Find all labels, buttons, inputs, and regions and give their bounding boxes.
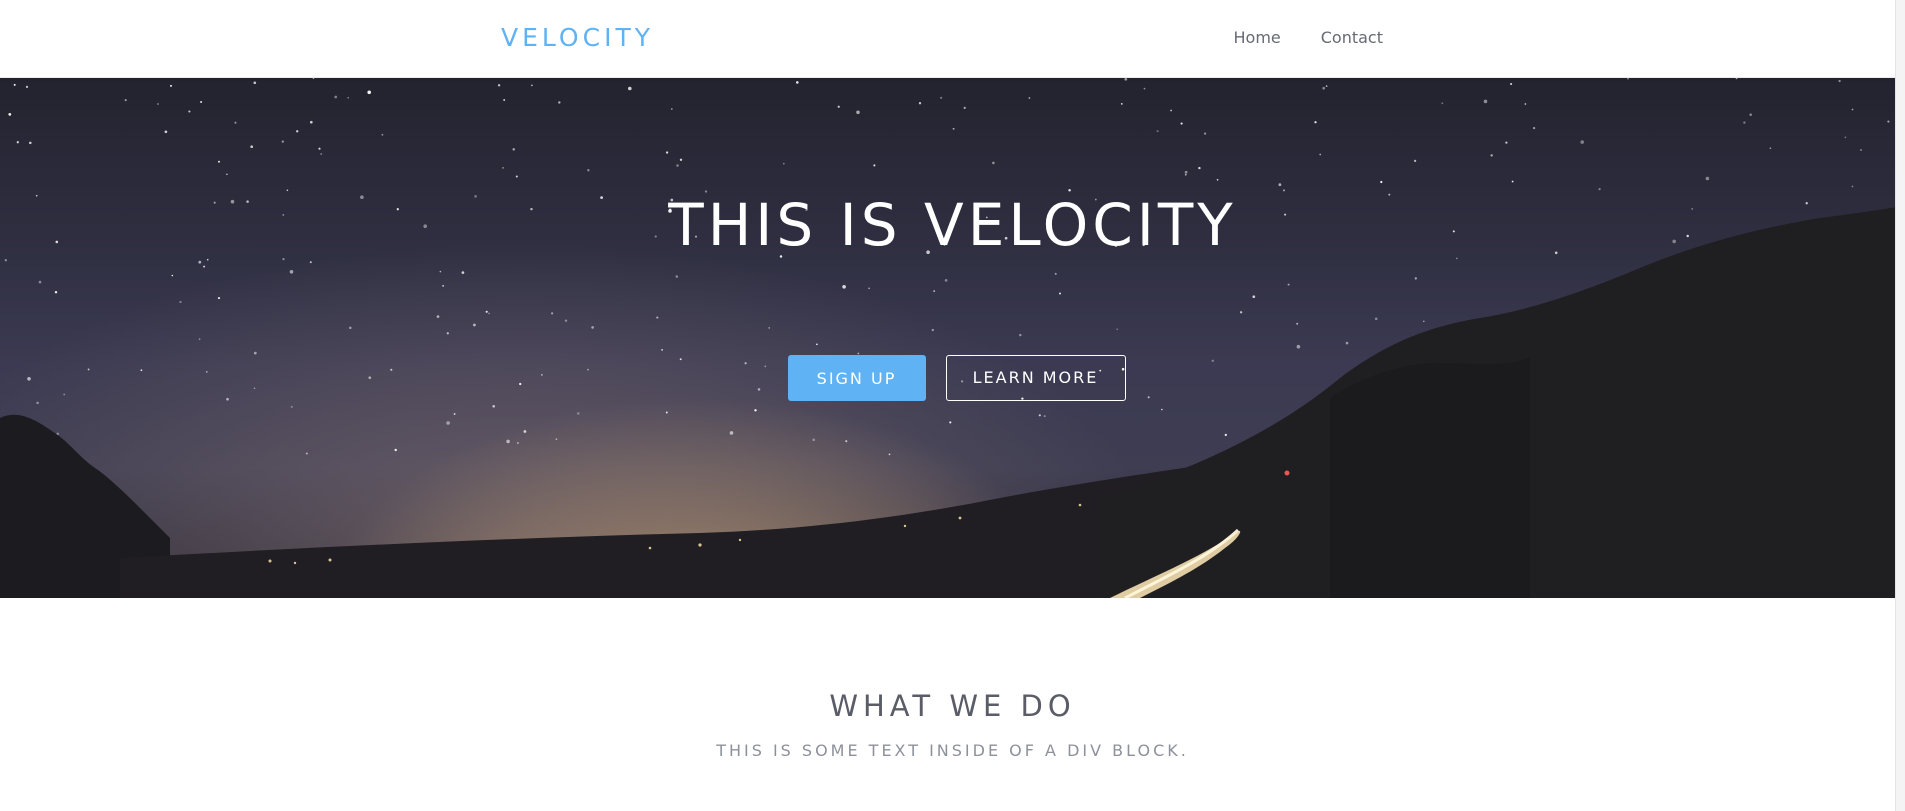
learn-more-button[interactable]: LEARN MORE (945, 355, 1126, 401)
nav-links: Home Contact (1234, 27, 1384, 49)
navbar: VELOCITY Home Contact (0, 0, 1905, 78)
night-landscape-silhouette (0, 206, 1905, 598)
section-title: WHAT WE DO (829, 689, 1076, 723)
nav-link-home[interactable]: Home (1234, 27, 1281, 49)
brand-logo[interactable]: VELOCITY (501, 22, 654, 54)
section-subtitle: THIS IS SOME TEXT INSIDE OF A DIV BLOCK. (716, 741, 1189, 760)
hero-banner: THIS IS VELOCITY SIGN UP LEARN MORE (0, 78, 1905, 598)
hero-title: THIS IS VELOCITY (668, 191, 1237, 259)
page: VELOCITY Home Contact THIS IS VELOCITY S… (0, 0, 1905, 811)
sign-up-button[interactable]: SIGN UP (787, 355, 926, 401)
page-scrollbar[interactable] (1895, 0, 1905, 811)
nav-link-contact[interactable]: Contact (1321, 27, 1383, 49)
hero-buttons: SIGN UP LEARN MORE (0, 355, 1905, 401)
